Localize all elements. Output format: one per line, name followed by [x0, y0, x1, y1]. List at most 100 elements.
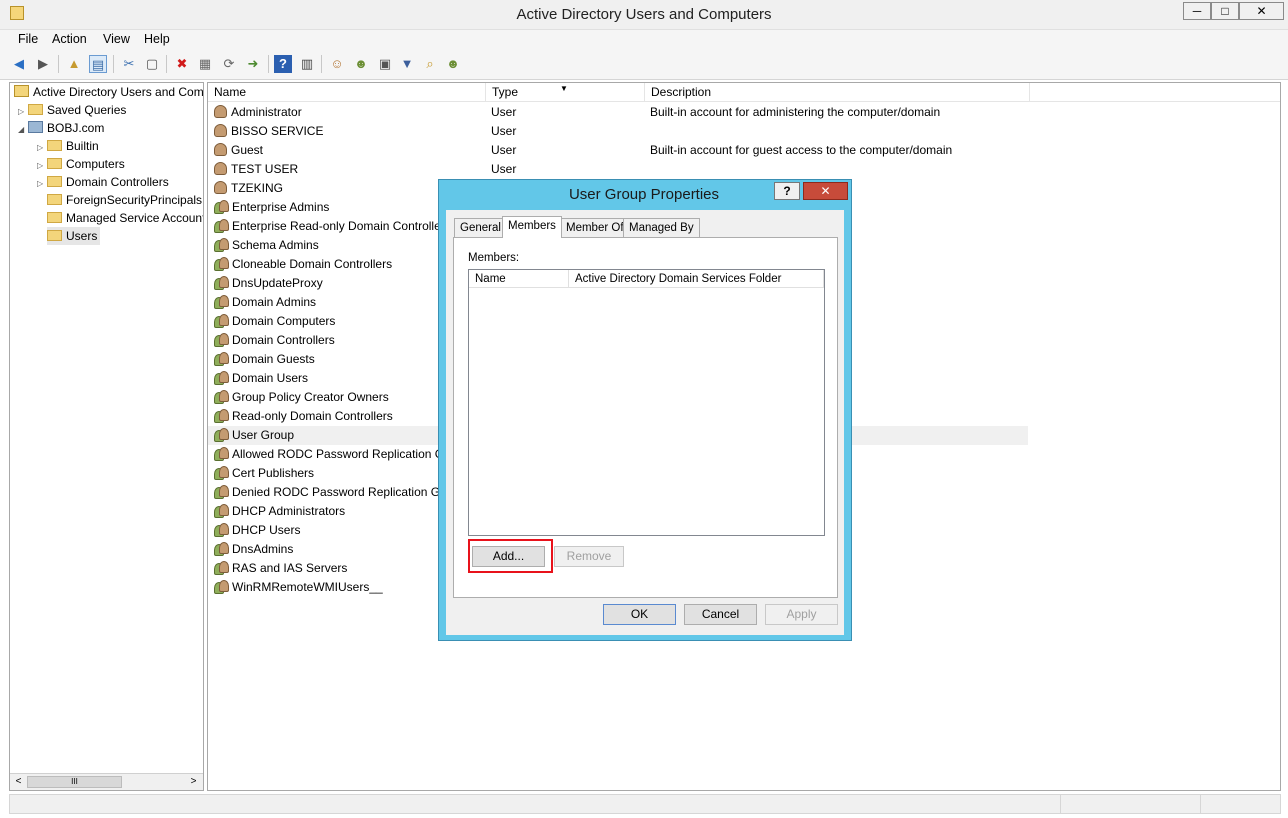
row-name-text: BISSO SERVICE: [231, 124, 324, 138]
group-icon: [214, 523, 229, 537]
tree-horizontal-scrollbar[interactable]: < III >: [10, 773, 203, 790]
table-row[interactable]: TEST USER User: [208, 160, 1028, 179]
toolbar: ◀ ▶ ▲ ▤ ✂ ▢ ✖ ▦ ⟳ ➜ ? ▥ ☺ ☻ ▣ ▼ ⌕ ☻: [0, 50, 1288, 80]
tree-users[interactable]: Users: [47, 227, 101, 245]
close-button[interactable]: ✕: [1239, 2, 1284, 20]
members-column-folder[interactable]: Active Directory Domain Services Folder: [569, 270, 824, 288]
find-icon[interactable]: ⌕: [421, 55, 439, 73]
menu-help[interactable]: Help: [144, 32, 170, 46]
folder-icon: [28, 104, 43, 115]
tree-domain-controllers[interactable]: ▷ Domain Controllers: [37, 173, 169, 191]
back-icon[interactable]: ◀: [10, 55, 28, 73]
tree-managed-service-accounts[interactable]: Managed Service Accounts: [47, 209, 203, 227]
tab-managed-by[interactable]: Managed By: [623, 218, 700, 237]
folder-icon: [47, 230, 62, 241]
tab-member-of[interactable]: Member Of: [560, 218, 630, 237]
forward-icon[interactable]: ▶: [34, 55, 52, 73]
new-group-icon[interactable]: ☻: [352, 55, 370, 73]
menu-action[interactable]: Action: [52, 32, 87, 46]
column-header-description[interactable]: Description: [645, 83, 1030, 102]
row-name-text: Allowed RODC Password Replication Group: [232, 447, 469, 461]
tree-computers[interactable]: ▷ Computers: [37, 155, 125, 173]
dialog-close-button[interactable]: ✕: [803, 182, 848, 200]
row-description: Built-in account for guest access to the…: [650, 143, 953, 157]
row-name-text: Read-only Domain Controllers: [232, 409, 393, 423]
table-row[interactable]: Administrator User Built-in account for ad…: [208, 103, 1028, 122]
table-row[interactable]: Guest User Built-in account for guest acce…: [208, 141, 1028, 160]
folder-icon: [47, 212, 62, 223]
help-icon[interactable]: ?: [274, 55, 292, 73]
status-segment: [1060, 795, 1200, 813]
column-header-name[interactable]: Name: [208, 83, 486, 102]
scroll-left-button[interactable]: <: [11, 775, 26, 789]
group-icon: [214, 276, 229, 290]
tree-foreign-security-principals[interactable]: ForeignSecurityPrincipals: [47, 191, 202, 209]
filter-icon[interactable]: ▼: [398, 55, 416, 73]
group-icon: [214, 257, 229, 271]
maximize-button[interactable]: □: [1211, 2, 1239, 20]
row-type: User: [491, 105, 517, 119]
dialog-help-button[interactable]: ?: [774, 182, 800, 200]
cut-icon[interactable]: ✂: [120, 55, 138, 73]
add-button[interactable]: Add...: [472, 546, 545, 567]
refresh-icon[interactable]: ⟳: [220, 55, 238, 73]
export-icon[interactable]: ➜: [244, 55, 262, 73]
minimize-button[interactable]: ─: [1183, 2, 1211, 20]
row-name: BISSO SERVICE: [214, 122, 484, 141]
row-name-text: TZEKING: [231, 181, 284, 195]
user-icon: [214, 124, 227, 137]
delete-icon[interactable]: ✖: [173, 55, 191, 73]
show-tree-icon[interactable]: ▤: [89, 55, 107, 73]
row-name-text: WinRMRemoteWMIUsers__: [232, 580, 383, 594]
apply-button[interactable]: Apply: [765, 604, 838, 625]
row-name-text: Cloneable Domain Controllers: [232, 257, 393, 271]
tab-general[interactable]: General: [454, 218, 507, 237]
group-icon: [214, 314, 229, 328]
table-row[interactable]: BISSO SERVICE User: [208, 122, 1028, 141]
folder-icon: [47, 158, 62, 169]
user-icon: [214, 181, 227, 194]
tree-builtin[interactable]: ▷ Builtin: [37, 137, 99, 155]
group-icon: [214, 352, 229, 366]
snapin-icon[interactable]: ▥: [298, 55, 316, 73]
remove-button[interactable]: Remove: [554, 546, 624, 567]
scroll-thumb[interactable]: III: [27, 776, 122, 788]
user-icon: [214, 162, 227, 175]
folder-icon: [47, 140, 62, 151]
row-name-text: Domain Controllers: [232, 333, 335, 347]
cancel-button[interactable]: Cancel: [684, 604, 757, 625]
group-icon: [214, 428, 229, 442]
group-icon: [214, 580, 229, 594]
new-user-icon[interactable]: ☺: [328, 55, 346, 73]
row-name: Administrator: [214, 103, 484, 122]
members-column-name[interactable]: Name: [469, 270, 569, 288]
properties-icon[interactable]: ▦: [196, 55, 214, 73]
new-ou-icon[interactable]: ▣: [376, 55, 394, 73]
add-to-group-icon[interactable]: ☻: [444, 55, 462, 73]
title-bar: Active Directory Users and Computers ─ □…: [0, 0, 1288, 30]
expand-arrow-icon[interactable]: ▷: [37, 175, 47, 193]
menu-file[interactable]: File: [18, 32, 38, 46]
dialog-body: General Members Member Of Managed By Mem…: [446, 210, 844, 635]
members-list[interactable]: Name Active Directory Domain Services Fo…: [468, 269, 825, 536]
status-bar: [9, 794, 1281, 814]
row-name-text: Cert Publishers: [232, 466, 315, 480]
group-icon: [214, 295, 229, 309]
tree-saved-queries[interactable]: ▷ Saved Queries: [18, 101, 126, 119]
row-name: TEST USER: [214, 160, 484, 179]
row-name-text: Enterprise Read-only Domain Controllers: [232, 219, 451, 233]
folder-icon: [47, 194, 62, 205]
menu-view[interactable]: View: [103, 32, 130, 46]
column-header-empty: [1030, 83, 1280, 102]
row-name-text: Domain Guests: [232, 352, 315, 366]
ok-button[interactable]: OK: [603, 604, 676, 625]
up-folder-icon[interactable]: ▲: [65, 55, 83, 73]
collapse-arrow-icon[interactable]: ◢: [18, 121, 28, 139]
scroll-right-button[interactable]: >: [186, 775, 201, 789]
group-icon: [214, 333, 229, 347]
tree-domain[interactable]: ◢ BOBJ.com: [18, 119, 104, 137]
tab-members[interactable]: Members: [502, 216, 562, 238]
group-icon: [214, 466, 229, 480]
copy-icon[interactable]: ▢: [143, 55, 161, 73]
tree-root[interactable]: Active Directory Users and Com: [14, 83, 203, 101]
